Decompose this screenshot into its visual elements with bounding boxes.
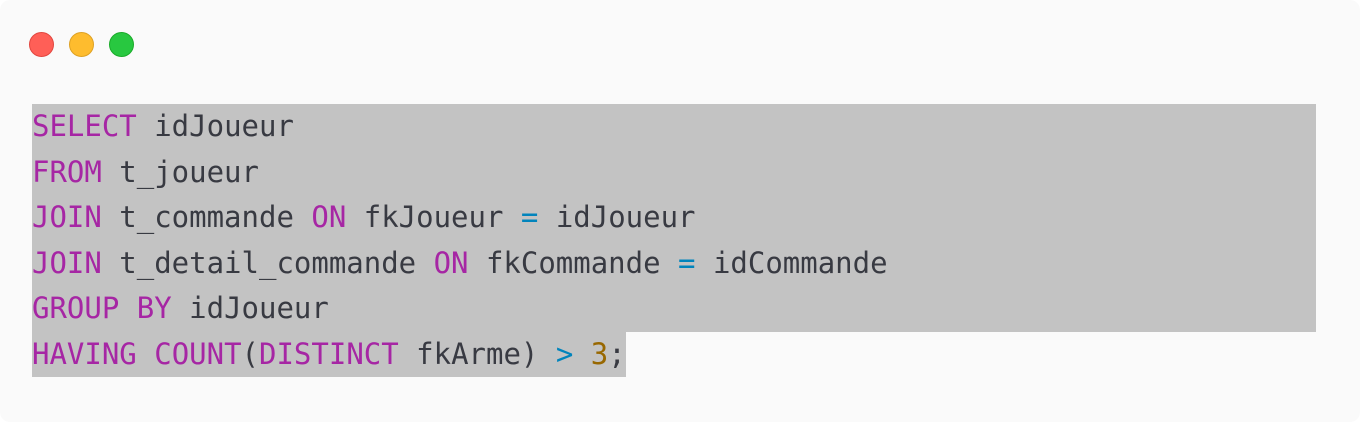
sql-text: t_joueur [101,154,259,189]
sql-keyword: HAVING [32,336,137,371]
sql-operator: = [520,200,539,234]
sql-text: idCommande [695,245,888,280]
close-window-dot-icon[interactable] [29,32,54,57]
code-window: SELECT idJoueur FROM t_joueur JOIN t_comma… [0,0,1360,422]
sql-keyword: ON [433,245,469,280]
sql-text: t_commande [101,200,312,234]
sql-keyword: COUNT [154,336,242,371]
sql-keyword: JOIN [32,200,102,234]
sql-operator: = [678,245,696,280]
sql-text: fkJoueur [346,200,521,234]
sql-text: fkArme) [398,336,556,371]
code-line[interactable]: GROUP BY idJoueur [32,286,1316,332]
sql-keyword: JOIN [32,245,102,280]
sql-keyword: GROUP [32,291,120,325]
sql-operator: > [555,336,574,371]
sql-text: t_detail_commande [101,245,434,280]
minimize-window-dot-icon[interactable] [69,32,94,57]
sql-text: idJoueur [538,200,696,234]
sql-keyword: SELECT [32,109,137,143]
sql-code-block[interactable]: SELECT idJoueur FROM t_joueur JOIN t_comma… [32,104,1316,377]
code-line[interactable]: JOIN t_detail_commande ON fkCommande = i… [32,240,1316,286]
sql-text: idJoueur [171,291,329,325]
code-line[interactable]: FROM t_joueur [32,149,1316,195]
sql-keyword: FROM [32,154,102,189]
sql-number: 3 [590,336,609,371]
sql-keyword: ON [311,200,347,234]
sql-text: ; [608,336,626,371]
sql-text: fkCommande [468,245,679,280]
sql-text: idJoueur [136,109,294,143]
maximize-window-dot-icon[interactable] [109,32,134,57]
code-line[interactable]: JOIN t_commande ON fkJoueur = idJoueur [32,195,1316,241]
window-controls [29,32,149,58]
sql-keyword: DISTINCT [259,336,399,371]
code-line[interactable]: HAVING COUNT(DISTINCT fkArme) > 3; [32,331,626,377]
code-line[interactable]: SELECT idJoueur [32,104,1316,150]
sql-text: ( [241,336,260,371]
sql-keyword: BY [136,291,172,325]
